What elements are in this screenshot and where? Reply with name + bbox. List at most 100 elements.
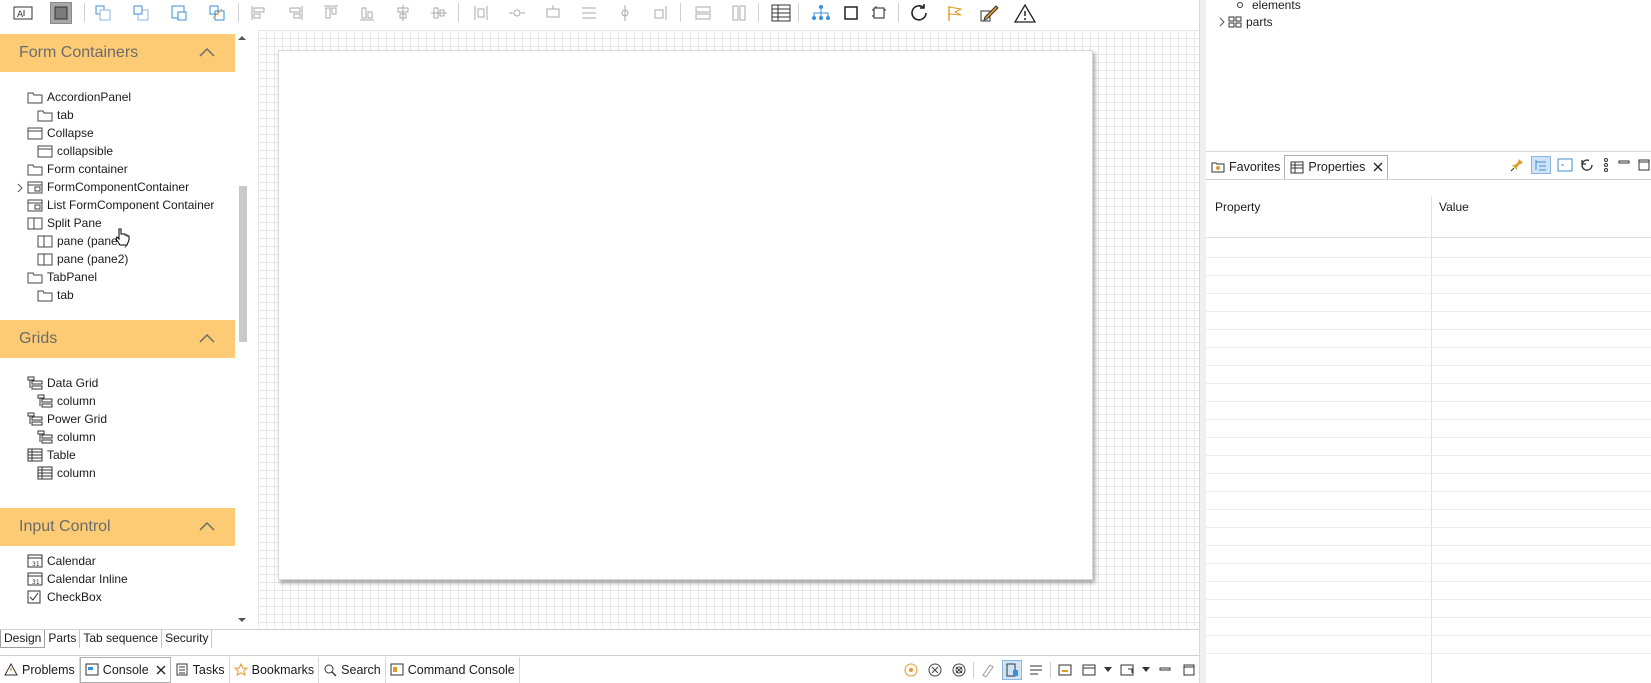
- top-bottom-icon[interactable]: [728, 2, 750, 24]
- warning-icon[interactable]: [1014, 2, 1036, 24]
- resize-icon[interactable]: [868, 2, 890, 24]
- align-middle-icon[interactable]: [428, 2, 450, 24]
- clear-console-icon[interactable]: [978, 660, 998, 680]
- same-size-icon[interactable]: [578, 2, 600, 24]
- column-divider[interactable]: [1431, 196, 1432, 683]
- chevron-down-icon[interactable]: [1103, 660, 1113, 680]
- align-top-icon[interactable]: [320, 2, 342, 24]
- refresh-icon[interactable]: [908, 2, 930, 24]
- palette-item-list-formcomponent-container[interactable]: List FormComponent Container: [27, 196, 214, 214]
- chevron-right-icon[interactable]: [16, 183, 24, 193]
- pin-console-icon[interactable]: [1055, 660, 1075, 680]
- minimize-icon[interactable]: [1155, 660, 1175, 680]
- scrollbar-thumb[interactable]: [239, 186, 247, 342]
- column-header-value[interactable]: Value: [1439, 200, 1469, 214]
- palette-item-split-pane[interactable]: Split Pane: [27, 214, 102, 232]
- distribute-icon[interactable]: [470, 2, 492, 24]
- tab-console[interactable]: Console: [79, 656, 171, 683]
- categories-icon[interactable]: [1531, 156, 1551, 174]
- advanced-properties-icon[interactable]: [1557, 157, 1573, 173]
- display-selected-console-icon[interactable]: [1079, 660, 1099, 680]
- palette-item-collapse[interactable]: Collapse: [27, 124, 94, 142]
- palette-scrollbar[interactable]: [235, 34, 249, 624]
- flag-icon[interactable]: [944, 2, 966, 24]
- design-canvas[interactable]: [258, 30, 1199, 626]
- restore-default-icon[interactable]: [1579, 157, 1595, 173]
- left-right-icon[interactable]: [692, 2, 714, 24]
- form-surface[interactable]: [278, 50, 1093, 580]
- align-center-icon[interactable]: [392, 2, 414, 24]
- chevron-up-icon[interactable]: [199, 332, 215, 344]
- palette-section-grids[interactable]: Grids: [0, 320, 235, 358]
- scroll-up-arrow-icon[interactable]: [237, 34, 247, 42]
- tab-design[interactable]: Design: [0, 630, 46, 648]
- palette-item-pane2[interactable]: pane (pane2): [37, 250, 128, 268]
- align-bottom-icon[interactable]: [356, 2, 378, 24]
- same-height-icon[interactable]: [542, 2, 564, 24]
- send-backward-icon[interactable]: [92, 2, 114, 24]
- word-wrap-icon[interactable]: [1026, 660, 1046, 680]
- open-console-icon[interactable]: [1117, 660, 1137, 680]
- chevron-up-icon[interactable]: [199, 46, 215, 58]
- tab-bookmarks[interactable]: Bookmarks: [230, 656, 320, 683]
- column-header-property[interactable]: Property: [1215, 200, 1260, 214]
- tab-problems[interactable]: Problems: [0, 656, 80, 683]
- tree-item-parts[interactable]: parts: [1218, 14, 1273, 30]
- maximize-icon[interactable]: [1637, 158, 1651, 172]
- tab-properties[interactable]: Properties: [1284, 154, 1389, 179]
- palette-item-column[interactable]: column: [37, 428, 96, 446]
- panel-sash[interactable]: [1199, 0, 1206, 683]
- edit-pencil-icon[interactable]: [978, 2, 1000, 24]
- close-icon[interactable]: [1373, 162, 1383, 172]
- scroll-lock-icon[interactable]: [1002, 660, 1022, 680]
- bring-forward-icon[interactable]: [130, 2, 152, 24]
- palette-section-form-containers[interactable]: Form Containers: [0, 34, 235, 72]
- label-tool-icon[interactable]: A: [12, 2, 34, 24]
- tab-security[interactable]: Security: [162, 630, 213, 648]
- palette-item-power-grid[interactable]: Power Grid: [27, 410, 107, 428]
- palette-section-input-control[interactable]: Input Control: [0, 508, 235, 546]
- terminate-icon[interactable]: [901, 660, 921, 680]
- table-layout-icon[interactable]: [770, 2, 792, 24]
- remove-launch-icon[interactable]: [925, 660, 945, 680]
- palette-item-data-grid[interactable]: Data Grid: [27, 374, 98, 392]
- palette-item-accordionpanel[interactable]: AccordionPanel: [27, 88, 131, 106]
- chevron-down-icon[interactable]: [1141, 660, 1151, 680]
- palette-item-checkbox[interactable]: CheckBox: [27, 588, 102, 606]
- palette-item-table[interactable]: Table: [27, 446, 76, 464]
- align-right-icon[interactable]: [284, 2, 306, 24]
- hierarchy-icon[interactable]: [810, 2, 832, 24]
- close-icon[interactable]: [156, 665, 166, 675]
- palette-item-formcomponentcontainer[interactable]: FormComponentContainer: [27, 178, 189, 196]
- palette-item-collapsible[interactable]: collapsible: [37, 142, 113, 160]
- minimize-icon[interactable]: [1617, 158, 1631, 172]
- palette-item-column[interactable]: column: [37, 392, 96, 410]
- tab-tasks[interactable]: Tasks: [171, 656, 230, 683]
- align-left-icon[interactable]: [248, 2, 270, 24]
- group-icon[interactable]: [650, 2, 672, 24]
- select-tool-icon[interactable]: [50, 2, 72, 24]
- remove-all-icon[interactable]: [949, 660, 969, 680]
- palette-item-column[interactable]: column: [37, 464, 96, 482]
- maximize-icon[interactable]: [1179, 660, 1199, 680]
- palette-item-form-container[interactable]: Form container: [27, 160, 128, 178]
- send-to-back-icon[interactable]: [168, 2, 190, 24]
- same-width-icon[interactable]: [506, 2, 528, 24]
- chevron-up-icon[interactable]: [199, 520, 215, 532]
- palette-item-tabpanel[interactable]: TabPanel: [27, 268, 97, 286]
- palette-item-calendar[interactable]: 31 Calendar: [27, 552, 96, 570]
- scroll-down-arrow-icon[interactable]: [237, 616, 247, 624]
- bring-to-front-icon[interactable]: [206, 2, 228, 24]
- tab-favorites[interactable]: Favorites: [1206, 155, 1284, 179]
- palette-item-tab[interactable]: tab: [37, 286, 74, 304]
- tab-tab-sequence[interactable]: Tab sequence: [80, 630, 163, 648]
- pin-icon[interactable]: [1509, 157, 1525, 173]
- tab-command-console[interactable]: Command Console: [386, 656, 520, 683]
- palette-item-calendar-inline[interactable]: 31 Calendar Inline: [27, 570, 128, 588]
- tab-parts[interactable]: Parts: [45, 630, 81, 648]
- chevron-right-icon[interactable]: [1218, 17, 1226, 27]
- view-menu-icon[interactable]: [1601, 157, 1611, 173]
- tree-item-elements[interactable]: elements: [1236, 0, 1301, 13]
- tab-search[interactable]: Search: [319, 656, 386, 683]
- palette-item-tab[interactable]: tab: [37, 106, 74, 124]
